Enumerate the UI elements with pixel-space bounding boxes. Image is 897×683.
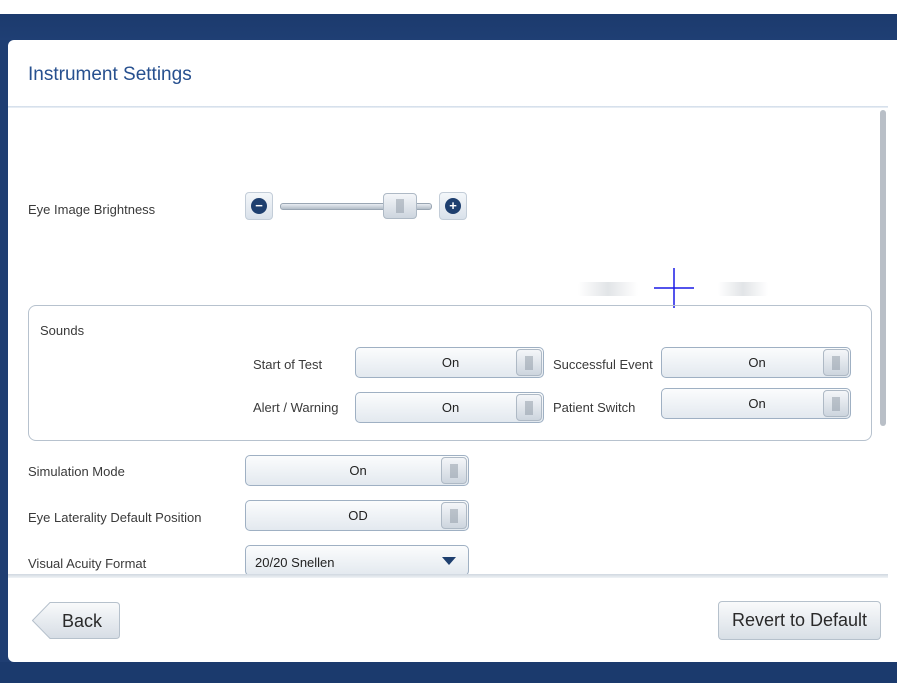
eye-image-preview-edge: [718, 282, 768, 296]
toggle-value: OD: [348, 508, 368, 523]
sounds-group: Sounds Start of Test On Successful Event…: [28, 305, 872, 441]
dialog-title: Instrument Settings: [28, 64, 192, 85]
simulation-mode-toggle[interactable]: On: [245, 455, 469, 486]
start-of-test-toggle[interactable]: On: [355, 347, 544, 378]
grip-lines-icon: [832, 355, 840, 370]
toggle-grip: [516, 349, 542, 376]
toggle-value: On: [349, 463, 367, 478]
toggle-grip: [441, 457, 467, 484]
grip-lines-icon: [450, 508, 458, 523]
grip-lines-icon: [450, 463, 458, 478]
grip-lines-icon: [396, 199, 404, 213]
start-of-test-label: Start of Test: [253, 357, 323, 372]
back-button-label: Back: [62, 611, 103, 631]
triangle-down-icon: [442, 557, 456, 565]
top-status-bar: [0, 0, 897, 40]
sounds-title: Sounds: [40, 323, 85, 338]
simulation-mode-label: Simulation Mode: [28, 464, 125, 479]
toggle-grip: [516, 394, 542, 421]
grip-lines-icon: [525, 400, 533, 415]
eye-laterality-label: Eye Laterality Default Position: [28, 510, 202, 525]
instrument-settings-dialog: Instrument Settings Eye Image Brightness…: [8, 40, 897, 662]
patient-switch-label: Patient Switch: [553, 400, 636, 415]
brightness-increase-button[interactable]: +: [439, 192, 467, 220]
toggle-grip: [823, 390, 849, 417]
revert-to-default-button[interactable]: Revert to Default: [718, 601, 881, 640]
alert-warning-toggle[interactable]: On: [355, 392, 544, 423]
minus-circle-icon: −: [251, 198, 267, 214]
crosshair-icon: [654, 268, 694, 308]
back-button[interactable]: Back: [32, 602, 120, 639]
content-bottom-divider: [8, 574, 888, 578]
visual-acuity-format-select[interactable]: 20/20 Snellen: [245, 545, 469, 574]
alert-warning-label: Alert / Warning: [253, 400, 339, 415]
toggle-grip: [823, 349, 849, 376]
eye-laterality-toggle[interactable]: OD: [245, 500, 469, 531]
brightness-decrease-button[interactable]: −: [245, 192, 273, 220]
eye-image-brightness-label: Eye Image Brightness: [28, 202, 156, 217]
eye-image-preview-edge: [578, 282, 638, 296]
vertical-scrollbar-thumb[interactable]: [880, 110, 886, 426]
plus-circle-icon: +: [445, 198, 461, 214]
patient-switch-toggle[interactable]: On: [661, 388, 851, 419]
bottom-bar: [0, 662, 897, 683]
successful-event-toggle[interactable]: On: [661, 347, 851, 378]
visual-acuity-format-label: Visual Acuity Format: [28, 556, 147, 571]
brightness-slider-thumb[interactable]: [383, 193, 417, 219]
toggle-grip: [441, 502, 467, 529]
select-value: 20/20 Snellen: [255, 555, 335, 570]
grip-lines-icon: [525, 355, 533, 370]
successful-event-label: Successful Event: [553, 357, 653, 372]
settings-scroll-area[interactable]: Eye Image Brightness − + Sounds Start of…: [8, 108, 878, 574]
grip-lines-icon: [832, 396, 840, 411]
